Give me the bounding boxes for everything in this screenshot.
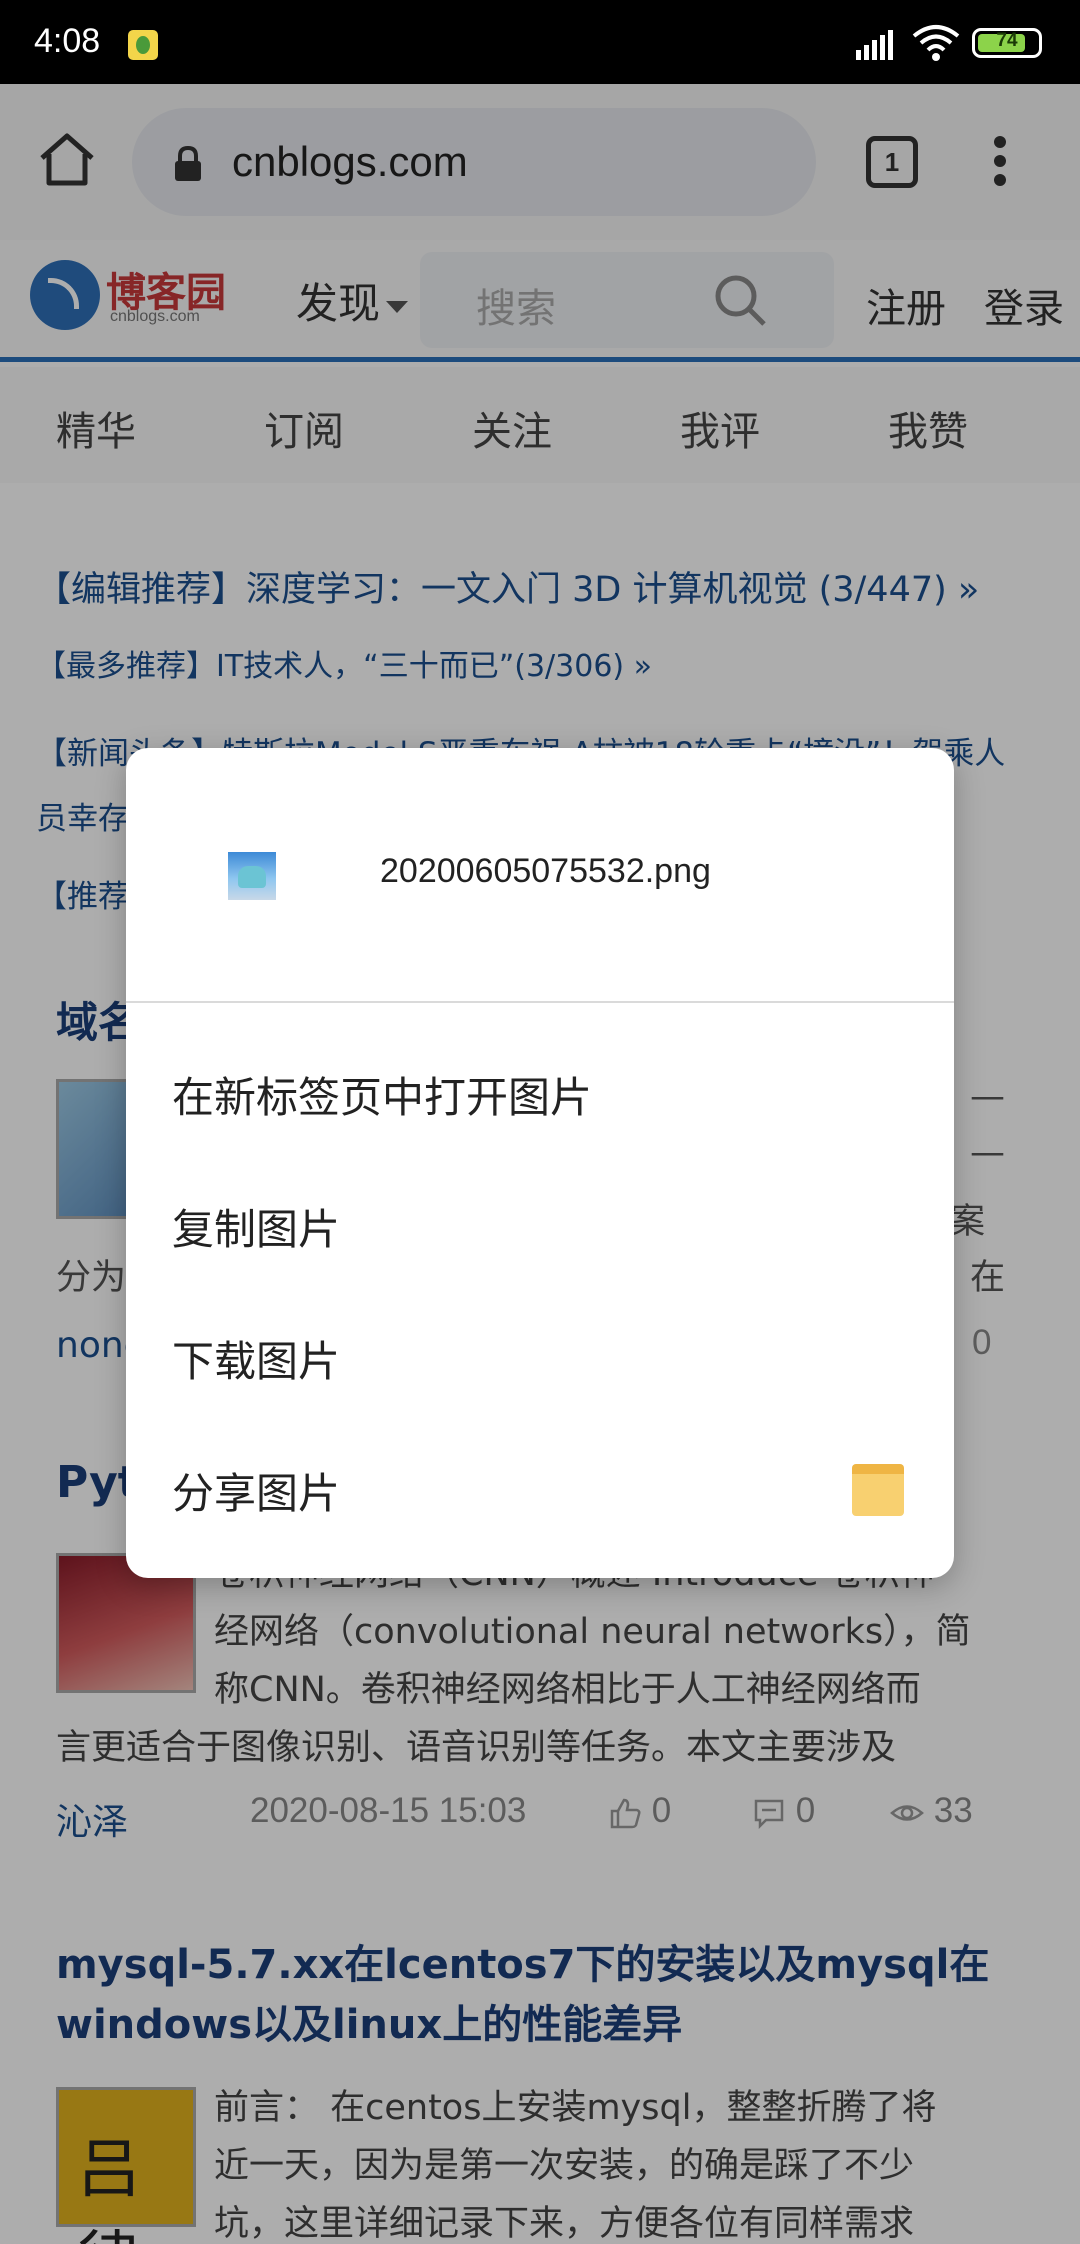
status-bar: 4:08 74 bbox=[0, 0, 1080, 84]
share-image-item[interactable]: 分享图片 bbox=[172, 1460, 340, 1521]
image-preview-thumbnail bbox=[228, 852, 276, 900]
wifi-icon bbox=[912, 25, 960, 61]
battery-icon: 74 bbox=[972, 28, 1042, 58]
image-filename: 20200605075532.png bbox=[380, 852, 711, 890]
download-image-item[interactable]: 下载图片 bbox=[172, 1328, 340, 1389]
image-context-menu: 20200605075532.png 在新标签页中打开图片 复制图片 下载图片 … bbox=[126, 748, 954, 1578]
notification-app-icon bbox=[128, 30, 158, 60]
cellular-signal-icon bbox=[856, 30, 893, 60]
context-menu-header: 20200605075532.png bbox=[126, 748, 954, 1003]
battery-level: 74 bbox=[996, 30, 1018, 51]
copy-image-item[interactable]: 复制图片 bbox=[172, 1196, 340, 1257]
open-image-in-new-tab-item[interactable]: 在新标签页中打开图片 bbox=[172, 1064, 592, 1125]
status-time: 4:08 bbox=[34, 22, 101, 60]
share-target-app-icon[interactable] bbox=[852, 1464, 904, 1516]
